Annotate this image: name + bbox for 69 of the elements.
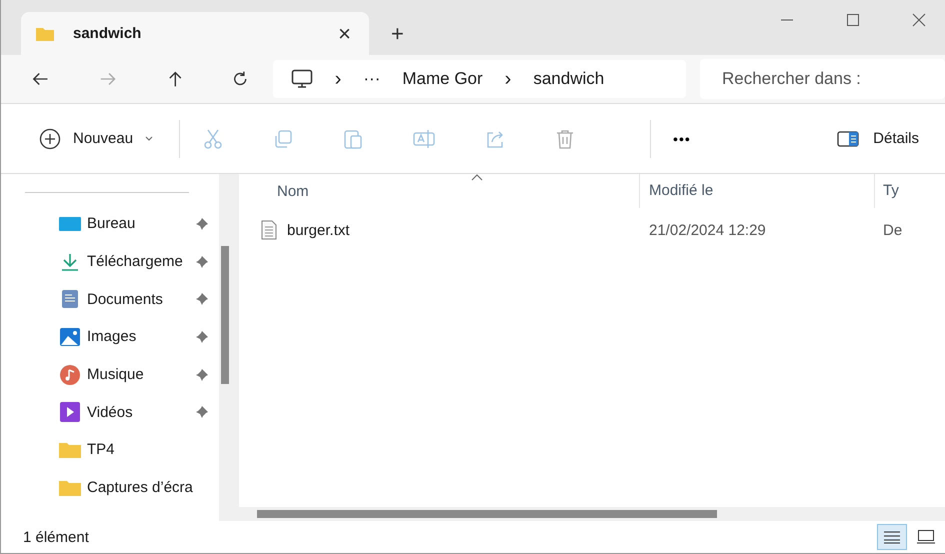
- breadcrumb-item[interactable]: sandwich: [533, 69, 604, 89]
- file-row[interactable]: burger.txt 21/02/2024 12:29 De: [239, 208, 945, 252]
- item-count: 1 élément: [23, 528, 89, 546]
- folder-icon: [59, 480, 81, 496]
- pin-icon[interactable]: [195, 216, 209, 231]
- list-view-icon: [884, 530, 900, 544]
- breadcrumb-overflow[interactable]: ···: [363, 69, 380, 89]
- breadcrumb-separator: ›: [334, 68, 342, 90]
- computer-icon: [290, 69, 313, 89]
- sidebar-item[interactable]: Images: [1, 318, 219, 356]
- address-bar[interactable]: › ··· Mame Gor › sandwich: [272, 60, 686, 98]
- sidebar-item[interactable]: Vidéos: [1, 393, 219, 432]
- file-name: burger.txt: [287, 222, 350, 238]
- details-pane-icon: [837, 130, 860, 146]
- download-icon: [59, 252, 81, 271]
- sort-caret-icon: [471, 174, 483, 181]
- video-icon: [59, 402, 81, 422]
- sidebar-label: Images: [87, 328, 136, 346]
- sidebar-item[interactable]: Documents: [1, 280, 219, 318]
- back-arrow-icon[interactable]: [31, 71, 50, 87]
- sidebar-item[interactable]: Bureau: [1, 205, 219, 243]
- maximize-icon[interactable]: [845, 12, 861, 28]
- pin-icon[interactable]: [195, 405, 209, 420]
- pin-icon[interactable]: [195, 330, 209, 344]
- details-button[interactable]: Détails: [831, 129, 925, 148]
- column-header[interactable]: Nom: [239, 182, 639, 200]
- view-button[interactable]: [877, 524, 907, 550]
- column-header[interactable]: Modifié le: [639, 174, 874, 208]
- table-cell-text: De: [882, 222, 902, 238]
- sidebar-item[interactable]: TP4: [1, 431, 219, 469]
- document-icon: [59, 290, 81, 308]
- close-tab-button[interactable]: ×: [334, 20, 355, 46]
- sidebar-label: Bureau: [87, 215, 136, 232]
- sidebar-label: Documents: [87, 290, 163, 308]
- breadcrumb-separator: ›: [504, 68, 512, 90]
- folder-icon: [35, 26, 55, 42]
- breadcrumb-item[interactable]: Mame Gor: [402, 69, 483, 89]
- scrollbar-thumb[interactable]: [221, 246, 229, 384]
- pin-icon[interactable]: [195, 368, 209, 382]
- refresh-icon[interactable]: [232, 70, 249, 88]
- sidebar-item[interactable]: Musique: [1, 356, 219, 394]
- tab-title: sandwich: [73, 25, 142, 42]
- sidebar-label: Musique: [87, 366, 144, 384]
- picture-icon: [59, 328, 81, 346]
- scrollbar-thumb[interactable]: [257, 510, 717, 518]
- music-note-icon: [59, 364, 81, 385]
- pin-icon[interactable]: [195, 292, 209, 306]
- new-button[interactable]: Nouveau: [39, 128, 154, 150]
- chevron-down-icon: [145, 136, 154, 142]
- search-field[interactable]: Rechercher dans :: [700, 59, 945, 99]
- pin-icon[interactable]: [195, 254, 209, 269]
- up-arrow-icon[interactable]: [168, 70, 182, 88]
- sidebar-label: Téléchargeme: [87, 253, 183, 270]
- folder-tab[interactable]: sandwich ×: [21, 12, 369, 55]
- sidebar-item[interactable]: Téléchargeme: [1, 242, 219, 280]
- more-options-button[interactable]: •••: [673, 130, 691, 146]
- sidebar-label: Captures d’écra: [87, 479, 193, 496]
- sidebar-item[interactable]: Captures d’écra: [1, 468, 219, 506]
- folder-icon: [59, 442, 81, 458]
- table-cell-text: 21/02/2024 12:29: [648, 222, 767, 238]
- new-tab-button[interactable]: +: [387, 21, 408, 47]
- plus-circle-icon: [39, 128, 61, 150]
- tiles-view-icon: [917, 530, 935, 544]
- column-header[interactable]: Ty: [874, 174, 899, 208]
- close-icon[interactable]: [911, 12, 927, 28]
- sidebar-label: Vidéos: [87, 404, 133, 421]
- desktop-icon: [59, 216, 81, 232]
- text-file-icon: [261, 220, 277, 240]
- sidebar-label: TP4: [87, 441, 115, 458]
